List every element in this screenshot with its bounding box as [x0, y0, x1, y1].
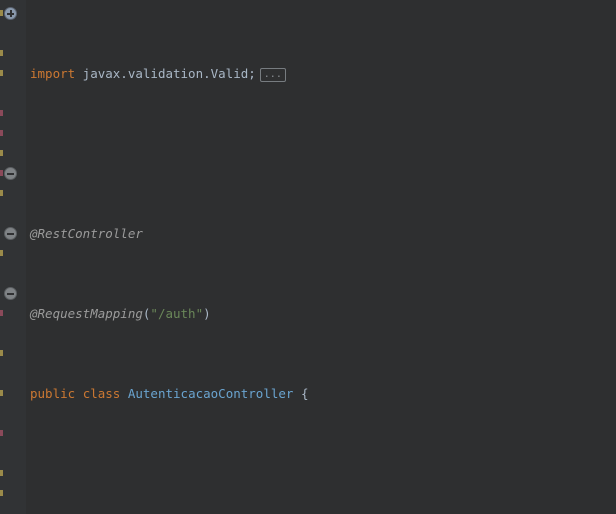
import-keyword: import — [30, 66, 76, 81]
code-editor[interactable]: import javax.validation.Valid;... @RestC… — [0, 0, 616, 514]
vcs-change-mark — [0, 10, 3, 16]
vcs-change-mark — [0, 350, 3, 356]
paren-close: ) — [203, 306, 211, 321]
class-name: AutenticacaoController — [127, 386, 294, 401]
request-mapping-path: "/auth" — [150, 306, 204, 321]
code-line[interactable]: @RequestMapping("/auth") — [26, 304, 616, 324]
code-line[interactable]: import javax.validation.Valid;... — [26, 64, 616, 84]
collapse-fold-icon[interactable] — [4, 287, 17, 300]
vcs-change-mark — [0, 110, 3, 116]
annotation-rest-controller: @RestController — [30, 226, 143, 241]
import-package: javax.validation.Valid; — [75, 66, 256, 81]
collapse-fold-icon[interactable] — [4, 227, 17, 240]
code-line[interactable]: public class AutenticacaoController { — [26, 384, 616, 404]
vcs-change-mark — [0, 170, 3, 176]
vcs-change-mark — [0, 190, 3, 196]
vcs-change-mark — [0, 470, 3, 476]
annotation-request-mapping: @RequestMapping — [30, 306, 143, 321]
vcs-change-mark — [0, 490, 3, 496]
collapse-fold-icon[interactable] — [4, 167, 17, 180]
vcs-change-stripe — [0, 0, 3, 514]
code-line[interactable]: @RestController — [26, 224, 616, 244]
vcs-change-mark — [0, 50, 3, 56]
public-keyword: public — [30, 386, 76, 401]
code-content[interactable]: import javax.validation.Valid;... @RestC… — [26, 0, 616, 514]
vcs-change-mark — [0, 130, 3, 136]
vcs-change-mark — [0, 430, 3, 436]
brace-open: { — [300, 386, 309, 401]
vcs-change-mark — [0, 250, 3, 256]
collapsed-fold-placeholder[interactable]: ... — [259, 68, 286, 82]
vcs-change-mark — [0, 70, 3, 76]
editor-gutter[interactable] — [0, 0, 26, 514]
vcs-change-mark — [0, 150, 3, 156]
class-keyword: class — [82, 386, 121, 401]
expand-fold-icon[interactable] — [4, 7, 17, 20]
vcs-change-mark — [0, 390, 3, 396]
vcs-change-mark — [0, 310, 3, 316]
